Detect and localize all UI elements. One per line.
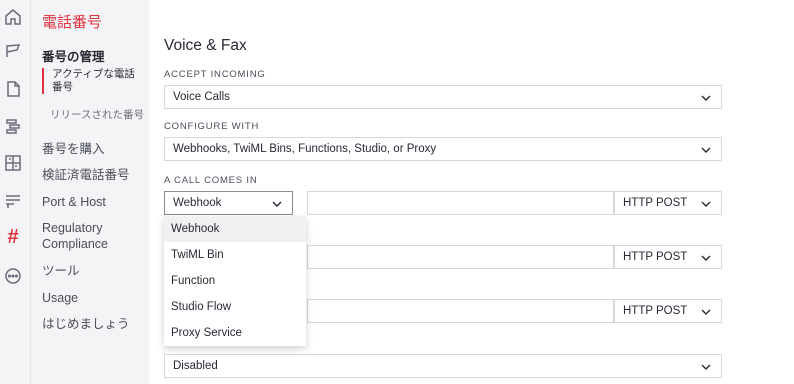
caller-name-lookup-value: Disabled [173,360,218,372]
sidebar-item-port-host[interactable]: Port & Host [42,194,106,210]
fallback-url-input[interactable] [307,245,614,269]
call-comes-in-method-select[interactable]: HTTP POST [614,191,722,215]
configure-with-value: Webhooks, TwiML Bins, Functions, Studio,… [173,143,437,155]
dropdown-option-webhook[interactable]: Webhook [164,216,306,242]
network-icon[interactable] [2,152,24,174]
dropdown-option-proxy-service[interactable]: Proxy Service [164,320,306,346]
sidebar: 電話番号 番号の管理 アクティブな電話番号 リリースされた番号 番号を購入 検証… [31,0,149,384]
accept-incoming-select[interactable]: Voice Calls [164,85,722,109]
chevron-down-icon [701,362,711,370]
chevron-down-icon [701,307,711,315]
sidebar-item-released-numbers[interactable]: リリースされた番号 [50,107,144,122]
sidebar-item-get-started[interactable]: はじめましょう [42,316,130,332]
document-icon[interactable] [2,78,24,100]
sidebar-section-manage-numbers[interactable]: 番号の管理 [42,46,105,65]
configure-with-select[interactable]: Webhooks, TwiML Bins, Functions, Studio,… [164,137,722,161]
sidebar-item-tools[interactable]: ツール [42,263,80,279]
call-comes-in-method-value: HTTP POST [623,197,688,209]
call-type-dropdown-menu: Webhook TwiML Bin Function Studio Flow P… [164,216,306,346]
chevron-down-icon [272,199,282,207]
status-callback-method-value: HTTP POST [623,305,688,317]
sidebar-item-buy-number[interactable]: 番号を購入 [42,141,105,157]
chevron-down-icon [701,253,711,261]
dropdown-option-twiml-bin[interactable]: TwiML Bin [164,242,306,268]
more-icon[interactable] [2,265,24,287]
sidebar-item-usage[interactable]: Usage [42,290,78,306]
accept-incoming-value: Voice Calls [173,91,230,103]
home-icon[interactable] [2,6,24,28]
status-callback-url-input[interactable] [307,299,614,323]
dropdown-option-function[interactable]: Function [164,268,306,294]
chevron-down-icon [701,145,711,153]
chat-icon[interactable] [2,190,24,212]
call-comes-in-label: A CALL COMES IN [164,175,258,186]
icon-rail: # [0,0,31,384]
call-comes-in-type-value: Webhook [173,197,222,209]
page-title: Voice & Fax [164,37,247,54]
sidebar-item-active-numbers[interactable]: アクティブな電話番号 [42,68,142,94]
caller-name-lookup-select[interactable]: Disabled [164,354,722,378]
fallback-method-value: HTTP POST [623,251,688,263]
configure-with-label: CONFIGURE WITH [164,121,260,132]
chevron-down-icon [701,93,711,101]
call-comes-in-type-select[interactable]: Webhook [164,191,293,215]
accept-incoming-label: ACCEPT INCOMING [164,69,266,80]
hash-icon[interactable]: # [2,226,24,248]
dropdown-option-studio-flow[interactable]: Studio Flow [164,294,306,320]
flag-icon[interactable] [2,40,24,62]
call-comes-in-url-input[interactable] [307,191,614,215]
chevron-down-icon [701,199,711,207]
status-callback-method-select[interactable]: HTTP POST [614,299,722,323]
sidebar-item-regulatory-compliance[interactable]: Regulatory Compliance [42,220,142,252]
sidebar-title[interactable]: 電話番号 [42,11,102,32]
sidebar-item-verified-numbers[interactable]: 検証済電話番号 [42,167,130,183]
flow-icon[interactable] [2,115,24,137]
fallback-method-select[interactable]: HTTP POST [614,245,722,269]
